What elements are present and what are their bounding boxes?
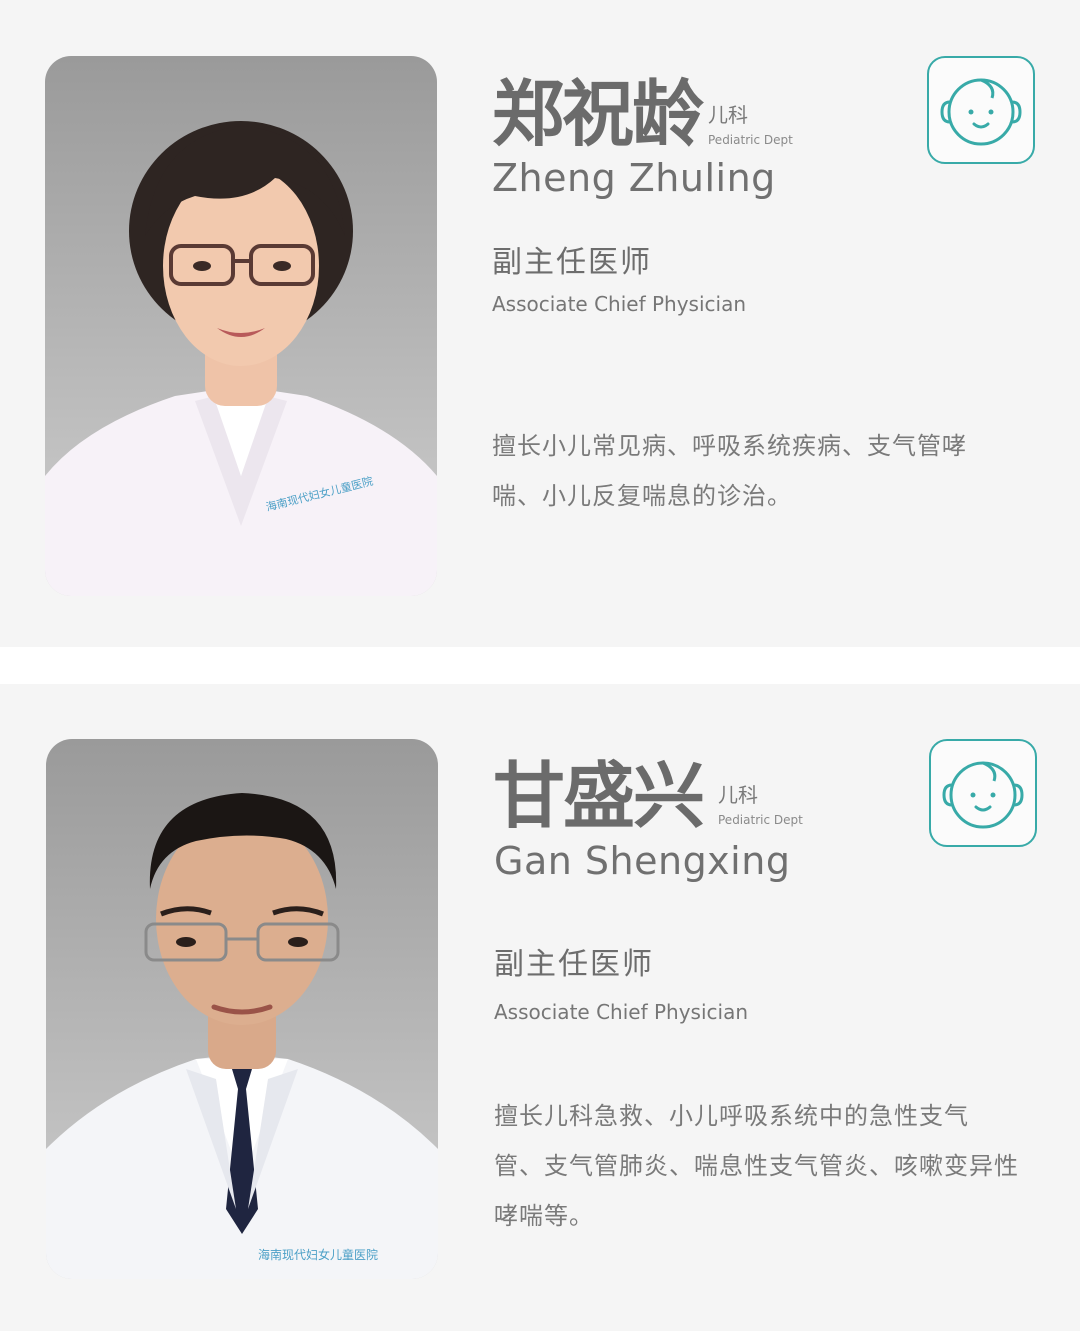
doctor-name-zh: 郑祝龄: [492, 72, 704, 156]
description-line: 管、支气管肺炎、喘息性支气管炎、咳嗽变异性: [494, 1152, 1019, 1180]
doctor-description: 擅长小儿常见病、呼吸系统疾病、支气管哮 喘、小儿反复喘息的诊治。: [492, 421, 1012, 521]
doctor-title-zh: 副主任医师: [494, 947, 654, 982]
doctor-name-zh: 甘盛兴: [493, 754, 705, 838]
description-line: 擅长儿科急救、小儿呼吸系统中的急性支气: [494, 1102, 969, 1130]
doctor-name-en: Gan Shengxing: [494, 839, 791, 883]
doctor-card: 海南现代妇女儿童医院 甘盛兴 儿科 Pediatric Dept Gan She…: [0, 684, 1080, 1331]
doctor-card: 海南现代妇女儿童医院 郑祝龄 儿科 Pediatric Dept Zheng Z…: [0, 0, 1080, 647]
department-en: Pediatric Dept: [718, 813, 803, 827]
doctor-title-zh: 副主任医师: [492, 245, 652, 280]
department-zh: 儿科: [718, 783, 758, 807]
svg-text:海南现代妇女儿童医院: 海南现代妇女儿童医院: [258, 1247, 378, 1262]
description-line: 喘、小儿反复喘息的诊治。: [492, 482, 792, 510]
department-en: Pediatric Dept: [708, 133, 793, 147]
doctor-title-en: Associate Chief Physician: [492, 292, 747, 316]
doctor-description: 擅长儿科急救、小儿呼吸系统中的急性支气 管、支气管肺炎、喘息性支气管炎、咳嗽变异…: [494, 1091, 1044, 1241]
doctor-title-en: Associate Chief Physician: [494, 1000, 749, 1024]
description-line: 擅长小儿常见病、呼吸系统疾病、支气管哮: [492, 432, 967, 460]
doctor-photo: 海南现代妇女儿童医院: [46, 739, 438, 1279]
description-line: 哮喘等。: [494, 1202, 594, 1230]
doctor-photo: 海南现代妇女儿童医院: [45, 56, 437, 596]
department-zh: 儿科: [708, 103, 748, 127]
baby-face-icon: [929, 739, 1037, 847]
baby-face-icon: [927, 56, 1035, 164]
doctor-name-en: Zheng Zhuling: [492, 156, 776, 200]
